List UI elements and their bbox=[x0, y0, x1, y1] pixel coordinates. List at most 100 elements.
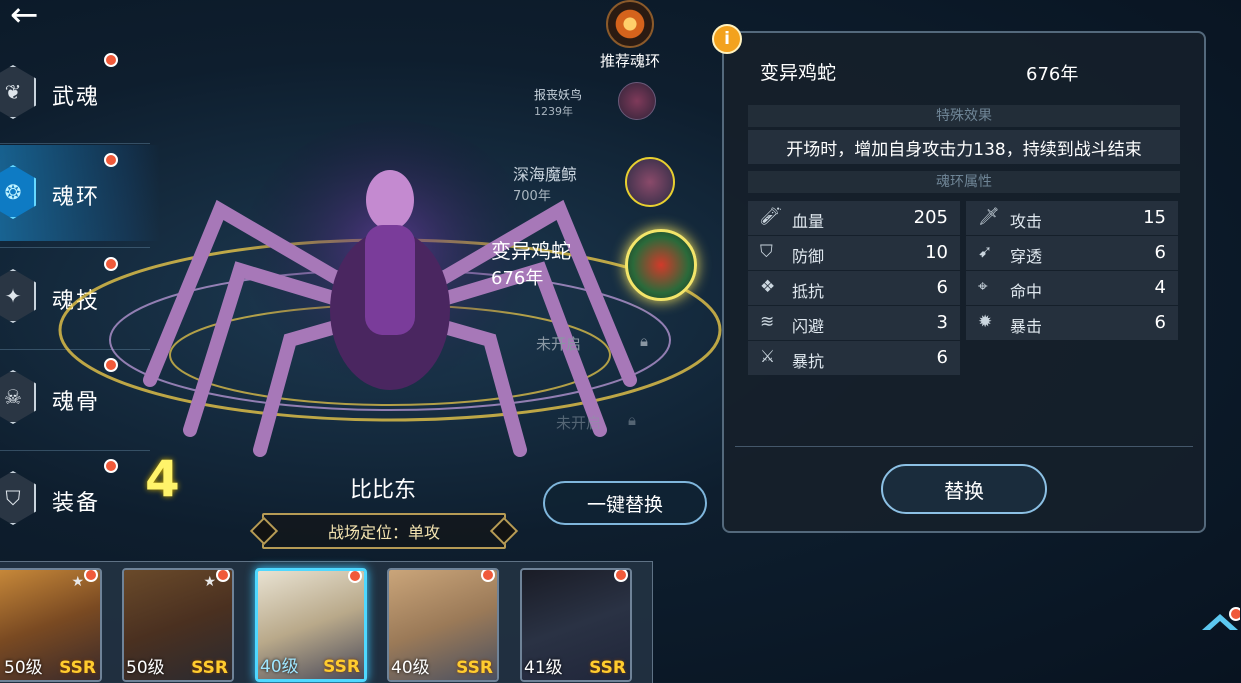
star-icon: ★ bbox=[71, 574, 84, 590]
hero-level: 41级 bbox=[524, 658, 563, 678]
attack-icon: 🗡︎ bbox=[978, 207, 1000, 227]
stat-value: 10 bbox=[925, 242, 948, 263]
ring-detail-name: 变异鸡蛇 bbox=[760, 62, 837, 84]
battle-role-text: 战场定位：单攻 bbox=[327, 523, 440, 542]
stat-crit: ✹ 暴击 6 bbox=[966, 306, 1178, 340]
hero-card[interactable]: ★ 50级 SSR bbox=[122, 568, 234, 682]
stat-name: 抵抗 bbox=[792, 282, 825, 301]
lock-icon: 🔒︎ bbox=[628, 411, 636, 429]
ring-name: 深海魔鲸 bbox=[513, 165, 578, 184]
stat-name: 暴抗 bbox=[792, 352, 825, 371]
ring-level-number: 4 bbox=[145, 450, 180, 508]
notification-dot bbox=[614, 570, 628, 582]
replace-button[interactable]: 替换 bbox=[881, 464, 1047, 514]
ring-slot-2[interactable]: 深海魔鲸 700年 bbox=[513, 161, 577, 204]
soul-skill-icon: ✦ bbox=[0, 269, 36, 323]
menu-item-label: 武魂 bbox=[52, 85, 101, 110]
ring-year: 700年 bbox=[513, 189, 551, 204]
soul-bone-icon: ☠ bbox=[0, 370, 36, 424]
ring-attributes-header: 魂环属性 bbox=[748, 171, 1180, 193]
stat-resist: ❖ 抵抗 6 bbox=[748, 271, 960, 305]
ring-beast-thumbnail[interactable] bbox=[625, 229, 697, 301]
hero-card-selected[interactable]: 40级 SSR bbox=[255, 568, 367, 682]
notification-dot bbox=[84, 570, 98, 582]
hit-icon: ⌖ bbox=[978, 277, 988, 297]
stat-value: 6 bbox=[936, 277, 948, 298]
stat-hit: ⌖ 命中 4 bbox=[966, 271, 1178, 305]
notification-dot bbox=[104, 53, 118, 67]
hero-level: 50级 bbox=[126, 658, 165, 678]
stat-value: 6 bbox=[1154, 242, 1166, 263]
ring-beast-thumbnail[interactable] bbox=[625, 157, 675, 207]
stat-value: 4 bbox=[1154, 277, 1166, 298]
lock-icon: 🔒︎ bbox=[640, 332, 648, 350]
soul-ring-emblem-icon bbox=[606, 0, 654, 48]
recommend-label: 推荐魂环 bbox=[599, 52, 660, 70]
notification-dot bbox=[1229, 607, 1240, 621]
hero-card[interactable]: ★ 50级 SSR bbox=[0, 568, 102, 682]
resist-icon: ❖ bbox=[760, 277, 776, 297]
ring-year: 1239年 bbox=[534, 105, 573, 118]
stat-dodge: ≋ 闪避 3 bbox=[748, 306, 960, 340]
info-icon[interactable]: i bbox=[712, 24, 742, 54]
hp-icon: 🧪︎ bbox=[760, 207, 782, 227]
stat-penetration: ➹ 穿透 6 bbox=[966, 236, 1178, 270]
stat-name: 暴击 bbox=[1010, 317, 1043, 336]
defense-icon: ⛉ bbox=[760, 242, 773, 262]
stat-name: 闪避 bbox=[792, 317, 825, 336]
hero-level: 40级 bbox=[260, 657, 299, 677]
ring-year: 676年 bbox=[491, 268, 544, 289]
stat-hp: 🧪︎ 血量 205 bbox=[748, 201, 960, 235]
hero-level: 50级 bbox=[4, 658, 43, 678]
star-icon: ★ bbox=[203, 574, 216, 590]
ring-detail-year: 676年 bbox=[1026, 64, 1079, 85]
locked-slot-label: 未开启 bbox=[536, 335, 582, 353]
ring-beast-thumbnail[interactable] bbox=[618, 82, 656, 120]
ring-slot-1[interactable]: 报丧妖鸟 1239年 bbox=[534, 86, 582, 119]
soul-ring-icon: ❂ bbox=[0, 165, 36, 219]
stat-attack: 🗡︎ 攻击 15 bbox=[966, 201, 1178, 235]
hero-rarity: SSR bbox=[59, 658, 96, 678]
divider bbox=[735, 446, 1193, 447]
ring-slot-3[interactable]: 变异鸡蛇 676年 bbox=[491, 235, 571, 290]
battle-role-banner: 战场定位：单攻 bbox=[262, 513, 506, 549]
equipment-icon: ⛉ bbox=[0, 471, 36, 525]
crit-resist-icon: ⚔︎ bbox=[760, 347, 776, 367]
stat-value: 6 bbox=[936, 347, 948, 368]
one-key-replace-button[interactable]: 一键替换 bbox=[543, 481, 707, 525]
hero-card[interactable]: 41级 SSR bbox=[520, 568, 632, 682]
locked-slot-label: 未开启 bbox=[556, 414, 602, 432]
expand-arrow-icon[interactable] bbox=[1200, 606, 1240, 636]
stat-value: 3 bbox=[936, 312, 948, 333]
penetration-icon: ➹ bbox=[978, 242, 993, 262]
stat-value: 15 bbox=[1143, 207, 1166, 228]
stat-value: 6 bbox=[1154, 312, 1166, 333]
hero-rarity: SSR bbox=[323, 657, 360, 677]
stat-crit-resist: ⚔︎ 暴抗 6 bbox=[748, 341, 960, 375]
hero-rarity: SSR bbox=[456, 658, 493, 678]
stat-name: 血量 bbox=[792, 212, 825, 231]
martial-soul-icon: ❦ bbox=[0, 65, 36, 119]
stat-name: 攻击 bbox=[1010, 212, 1043, 231]
ring-name: 报丧妖鸟 bbox=[534, 88, 583, 102]
special-effect-text: 开场时，增加自身攻击力138，持续到战斗结束 bbox=[748, 130, 1180, 164]
notification-dot bbox=[216, 570, 230, 582]
stat-defense: ⛉ 防御 10 bbox=[748, 236, 960, 270]
ring-name: 变异鸡蛇 bbox=[491, 239, 571, 263]
notification-dot bbox=[348, 571, 362, 583]
hero-level: 40级 bbox=[391, 658, 430, 678]
character-torso bbox=[365, 225, 415, 335]
stat-name: 穿透 bbox=[1010, 247, 1043, 266]
hero-rarity: SSR bbox=[589, 658, 626, 678]
dodge-icon: ≋ bbox=[760, 312, 775, 332]
hero-name: 比比东 bbox=[350, 478, 417, 503]
stat-value: 205 bbox=[913, 207, 948, 228]
recommend-soul-ring-button[interactable]: 推荐魂环 bbox=[590, 0, 670, 71]
special-effect-header: 特殊效果 bbox=[748, 105, 1180, 127]
stat-name: 命中 bbox=[1010, 282, 1043, 301]
crit-icon: ✹ bbox=[978, 312, 993, 332]
back-arrow-icon[interactable]: ← bbox=[10, 0, 58, 36]
hero-card[interactable]: 40级 SSR bbox=[387, 568, 499, 682]
stat-name: 防御 bbox=[792, 247, 825, 266]
hero-rarity: SSR bbox=[191, 658, 228, 678]
